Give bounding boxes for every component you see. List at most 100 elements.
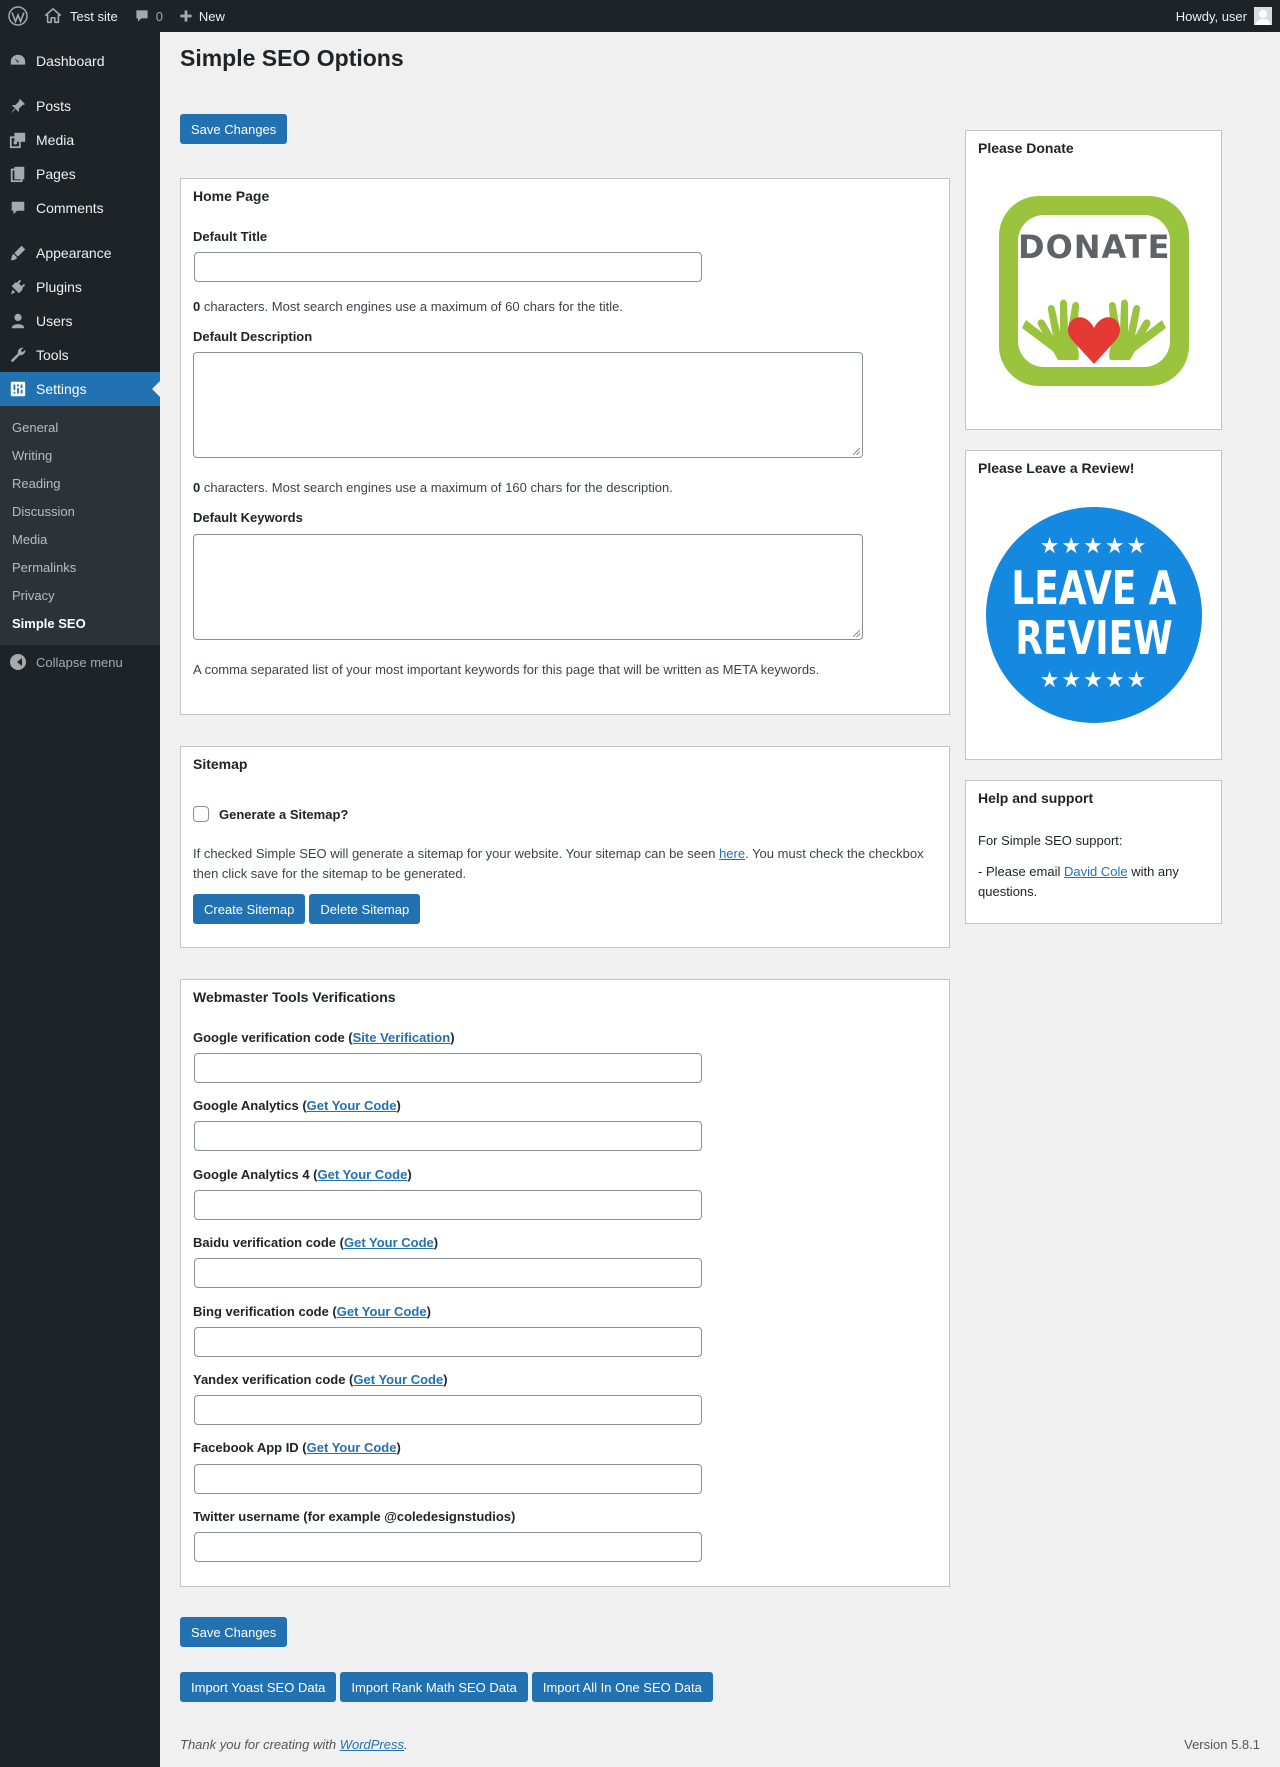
submenu-item-reading[interactable]: Reading	[0, 469, 160, 497]
submenu-item-permalinks[interactable]: Permalinks	[0, 553, 160, 581]
media-icon	[9, 132, 26, 149]
generate-sitemap-checkbox[interactable]	[193, 806, 209, 822]
google-analytics-4-link[interactable]: Get Your Code	[318, 1167, 408, 1182]
review-box: Please Leave a Review! ★★★★★ LEAVE A REV…	[965, 450, 1222, 760]
save-changes-button-top[interactable]: Save Changes	[180, 114, 288, 144]
menu-item-media[interactable]: Media	[0, 123, 160, 157]
help-intro: For Simple SEO support:	[978, 833, 1123, 848]
review-logo-line2: REVIEW	[1015, 611, 1173, 665]
google-verification-input[interactable]	[194, 1053, 702, 1083]
field-label-text: Baidu verification code (	[193, 1235, 344, 1250]
default-keywords-textarea[interactable]	[193, 534, 863, 640]
wordpress-link[interactable]: WordPress	[340, 1737, 404, 1752]
new-label: New	[198, 8, 225, 24]
comments-link[interactable]: 0	[126, 0, 171, 32]
import-yoast-button[interactable]: Import Yoast SEO Data	[180, 1672, 337, 1702]
menu-label: Appearance	[36, 245, 112, 261]
submenu-item-general[interactable]: General	[0, 413, 160, 441]
create-sitemap-button[interactable]: Create Sitemap	[193, 894, 306, 924]
new-content-link[interactable]: New	[171, 0, 233, 32]
webmaster-tools-heading: Webmaster Tools Verifications	[193, 989, 396, 1005]
baidu-verification-label: Baidu verification code (Get Your Code)	[193, 1235, 438, 1250]
pin-icon	[10, 98, 26, 114]
stars-top-icon: ★★★★★	[1039, 533, 1149, 558]
submenu-item-privacy[interactable]: Privacy	[0, 581, 160, 609]
menu-item-pages[interactable]: Pages	[0, 157, 160, 191]
stars-bottom-icon: ★★★★★	[1039, 667, 1149, 692]
twitter-username-input[interactable]	[194, 1532, 702, 1562]
help-support-heading: Help and support	[978, 790, 1094, 806]
menu-label: Tools	[36, 347, 69, 363]
menu-item-settings[interactable]: Settings	[0, 372, 160, 406]
help-before: - Please email	[978, 864, 1064, 879]
field-label-text: Google verification code (	[193, 1030, 353, 1045]
menu-label: Media	[36, 132, 75, 148]
submenu-item-discussion[interactable]: Discussion	[0, 497, 160, 525]
wordpress-logo-icon[interactable]	[0, 0, 36, 32]
home-page-box: Home Page Default Title 0 characters. Mo…	[180, 178, 950, 715]
google-analytics-link[interactable]: Get Your Code	[307, 1098, 397, 1113]
david-cole-email-link[interactable]: David Cole	[1064, 864, 1128, 879]
menu-item-comments[interactable]: Comments	[0, 191, 160, 225]
settings-icon	[10, 381, 26, 397]
facebook-app-id-input[interactable]	[194, 1464, 702, 1494]
sitemap-help-text: If checked Simple SEO will generate a si…	[193, 844, 933, 883]
review-logo-line1: LEAVE A	[1011, 561, 1177, 615]
menu-item-plugins[interactable]: Plugins	[0, 270, 160, 304]
submenu-item-simple-seo[interactable]: Simple SEO	[0, 609, 160, 637]
help-support-box: Help and support For Simple SEO support:…	[965, 780, 1222, 924]
submenu-item-media[interactable]: Media	[0, 525, 160, 553]
baidu-verification-input[interactable]	[194, 1258, 702, 1288]
default-description-textarea[interactable]	[193, 352, 863, 458]
sitemap-help-before: If checked Simple SEO will generate a si…	[193, 846, 720, 861]
menu-item-posts[interactable]: Posts	[0, 89, 160, 123]
collapse-menu-button[interactable]: Collapse menu	[0, 645, 160, 679]
google-verification-label: Google verification code (Site Verificat…	[193, 1030, 455, 1045]
user-icon	[11, 313, 25, 329]
description-help-text: characters. Most search engines use a ma…	[200, 480, 673, 495]
yandex-verification-label: Yandex verification code (Get Your Code)	[193, 1372, 448, 1387]
import-rank-math-button[interactable]: Import Rank Math SEO Data	[340, 1672, 528, 1702]
footer-thanks-before: Thank you for creating with	[180, 1737, 340, 1752]
my-account[interactable]: Howdy, user	[1176, 7, 1280, 25]
submenu-item-writing[interactable]: Writing	[0, 441, 160, 469]
leave-review-logo[interactable]: ★★★★★ LEAVE A REVIEW ★★★★★	[986, 507, 1202, 723]
menu-label: Comments	[36, 200, 104, 216]
google-analytics-4-input[interactable]	[194, 1190, 702, 1220]
baidu-link[interactable]: Get Your Code	[344, 1235, 434, 1250]
save-changes-button-bottom[interactable]: Save Changes	[180, 1617, 288, 1647]
help-email-text: - Please email David Cole with any quest…	[978, 862, 1208, 901]
menu-item-tools[interactable]: Tools	[0, 338, 160, 372]
site-name-link[interactable]: Test site	[36, 0, 126, 32]
pages-icon	[10, 166, 25, 183]
footer: Thank you for creating with WordPress. V…	[180, 1737, 1260, 1752]
default-title-input[interactable]	[194, 252, 702, 282]
yandex-link[interactable]: Get Your Code	[353, 1372, 443, 1387]
field-label-after: )	[450, 1030, 455, 1045]
yandex-verification-input[interactable]	[194, 1395, 702, 1425]
bing-verification-input[interactable]	[194, 1327, 702, 1357]
menu-label: Plugins	[36, 279, 82, 295]
bing-verification-label: Bing verification code (Get Your Code)	[193, 1304, 431, 1319]
sitemap-here-link[interactable]: here	[719, 846, 745, 861]
field-label-after: )	[396, 1098, 401, 1113]
menu-item-appearance[interactable]: Appearance	[0, 236, 160, 270]
delete-sitemap-button[interactable]: Delete Sitemap	[309, 894, 421, 924]
field-label-text: Facebook App ID (	[193, 1440, 307, 1455]
footer-thanks: Thank you for creating with WordPress.	[180, 1737, 408, 1752]
comments-count: 0	[155, 8, 163, 24]
site-verification-link[interactable]: Site Verification	[353, 1030, 451, 1045]
menu-item-dashboard[interactable]: Dashboard	[0, 44, 160, 78]
main-content: Simple SEO Options Save Changes Home Pag…	[180, 32, 1260, 1702]
menu-item-users[interactable]: Users	[0, 304, 160, 338]
facebook-link[interactable]: Get Your Code	[307, 1440, 397, 1455]
howdy-greeting: Howdy, user	[1175, 8, 1247, 24]
default-keywords-label: Default Keywords	[193, 510, 303, 525]
donate-logo[interactable]: DONATE	[999, 196, 1189, 386]
import-aioseo-button[interactable]: Import All In One SEO Data	[531, 1672, 713, 1702]
field-label-text: Yandex verification code (	[193, 1372, 354, 1387]
bing-link[interactable]: Get Your Code	[337, 1304, 427, 1319]
google-analytics-4-label: Google Analytics 4 (Get Your Code)	[193, 1167, 412, 1182]
google-analytics-input[interactable]	[194, 1121, 702, 1151]
collapse-label: Collapse menu	[36, 654, 123, 670]
